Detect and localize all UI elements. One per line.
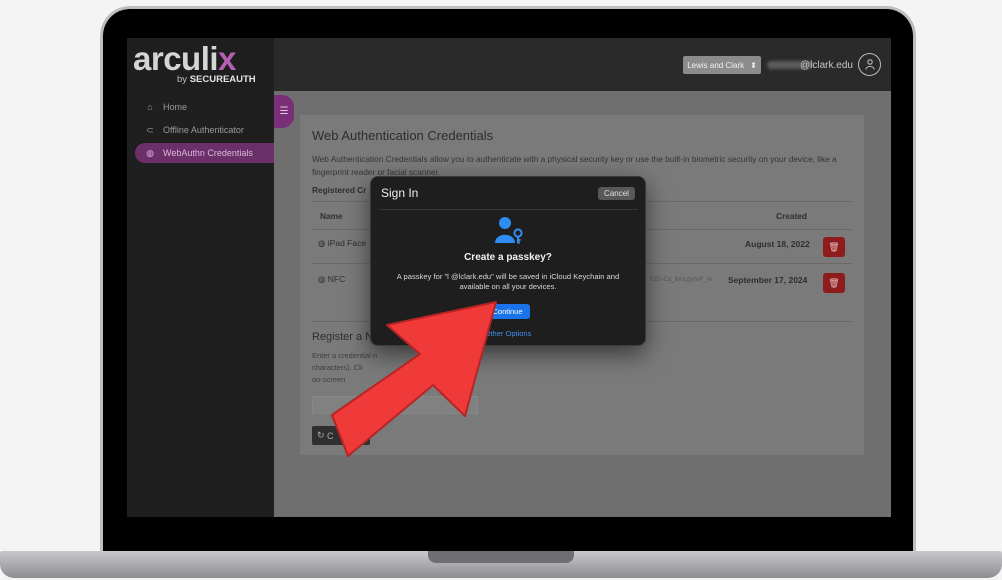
register-description-line: on-screen [312, 375, 346, 384]
passkey-dialog: Sign In Cancel Create a passkey? A passk… [370, 176, 646, 346]
logo-company-text: SECUREAUTH [189, 74, 256, 85]
delete-credential-button[interactable]: 🗑 [823, 237, 845, 257]
column-header-created: Created [776, 211, 807, 221]
sidebar-item-offline-authenticator[interactable]: ⊂ Offline Authenticator [135, 120, 274, 140]
menu-collapse-icon: ☰ [279, 106, 289, 117]
credential-name: iPad Face [327, 238, 367, 248]
register-button-label: C [327, 430, 334, 441]
dialog-divider [379, 209, 638, 210]
cancel-button[interactable]: Cancel [598, 187, 635, 200]
top-header: arculix by SECUREAUTH Lewis and Clark ⬍ … [127, 38, 891, 91]
sidebar-item-label: WebAuthn Credentials [163, 148, 253, 158]
organization-select-value: Lewis and Clark [687, 60, 745, 70]
registered-credentials-label: Registered Cr [312, 185, 367, 195]
select-arrows-icon: ⬍ [750, 60, 757, 70]
credential-name-input[interactable] [312, 396, 478, 414]
key-icon: ◍ [318, 274, 328, 284]
dialog-body-text: A passkey for "l @lclark.edu" will be sa… [396, 272, 620, 291]
trash-icon: 🗑 [828, 277, 840, 288]
sidebar-toggle-button[interactable]: ☰ [274, 95, 294, 128]
other-options-link[interactable]: Other Options [371, 329, 645, 338]
logo-main-text: arculi [133, 40, 219, 77]
sidebar: ⌂ Home ⊂ Offline Authenticator ◍ WebAuth… [127, 91, 274, 517]
lock-icon: ⊂ [146, 124, 154, 135]
credential-created: August 18, 2022 [745, 239, 810, 249]
user-menu-button[interactable] [858, 53, 881, 76]
delete-credential-button[interactable]: 🗑 [823, 273, 845, 293]
home-icon: ⌂ [147, 102, 153, 112]
sidebar-item-label: Offline Authenticator [163, 125, 244, 135]
logo[interactable]: arculix by SECUREAUTH [127, 38, 274, 91]
dialog-heading: Create a passkey? [464, 252, 552, 263]
register-description-line: characters). Cli [312, 363, 363, 372]
column-header-name: Name [320, 211, 343, 221]
register-section-title: Register a N [312, 331, 374, 343]
register-button[interactable]: ↻ C [312, 426, 370, 445]
credential-key-id: FZU-Cq_BmLgyhvF_lA [650, 277, 713, 283]
credential-name: NFC [327, 274, 346, 284]
page-description: Web Authentication Credentials allow you… [312, 154, 837, 177]
page-title: Web Authentication Credentials [312, 128, 494, 143]
app-screen: arculix by SECUREAUTH Lewis and Clark ⬍ … [127, 38, 891, 517]
fingerprint-icon: ◍ [146, 147, 154, 158]
continue-button[interactable]: Continue [485, 304, 530, 319]
user-email: @lclark.edu [800, 60, 853, 71]
organization-select[interactable]: Lewis and Clark ⬍ [683, 56, 761, 74]
register-section-description: Enter a credential n characters). Cli on… [312, 350, 522, 386]
laptop-notch [428, 551, 574, 563]
passkey-person-key-icon [495, 217, 523, 244]
credential-created: September 17, 2024 [728, 275, 808, 285]
dialog-title: Sign In [381, 186, 419, 200]
key-icon: ◍ [318, 238, 328, 248]
logo-by-text: by [177, 74, 190, 85]
register-description-line: Enter a credential n [312, 351, 378, 360]
sidebar-item-home[interactable]: ⌂ Home [135, 97, 274, 117]
user-icon [864, 59, 875, 70]
logo-x-text: x [218, 40, 236, 77]
trash-icon: 🗑 [828, 241, 840, 252]
refresh-icon: ↻ [317, 430, 328, 440]
sidebar-item-webauthn-credentials[interactable]: ◍ WebAuthn Credentials [135, 143, 274, 163]
sidebar-item-label: Home [163, 102, 188, 112]
